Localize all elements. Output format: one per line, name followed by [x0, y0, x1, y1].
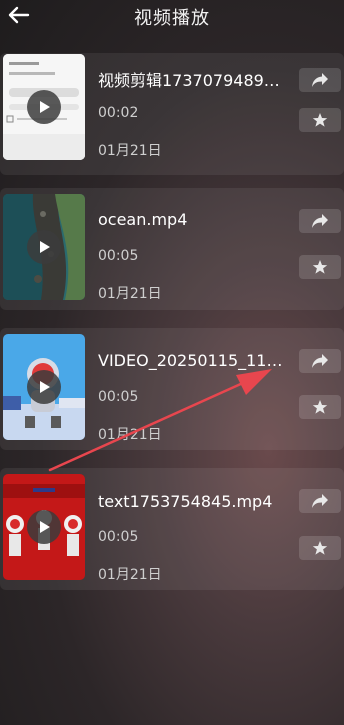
favorite-button[interactable] — [299, 108, 341, 132]
video-date: 01月21日 — [98, 567, 162, 583]
share-icon — [312, 73, 328, 87]
video-title: ocean.mp4 — [98, 210, 188, 229]
video-thumbnail[interactable] — [3, 334, 85, 440]
video-date: 01月21日 — [98, 427, 162, 443]
share-icon — [312, 214, 328, 228]
video-list-item[interactable]: ocean.mp4 00:05 01月21日 — [0, 188, 344, 310]
star-icon — [312, 113, 328, 127]
play-icon — [40, 101, 50, 113]
video-title: 视频剪辑1737079489… — [98, 71, 280, 90]
play-button[interactable] — [27, 510, 61, 544]
play-icon — [40, 521, 50, 533]
share-icon — [312, 354, 328, 368]
page-title: 视频播放 — [134, 8, 210, 29]
video-thumbnail[interactable] — [3, 474, 85, 580]
favorite-button[interactable] — [299, 395, 341, 419]
video-thumbnail[interactable] — [3, 54, 85, 160]
share-button[interactable] — [299, 489, 341, 513]
play-button[interactable] — [27, 90, 61, 124]
share-icon — [312, 494, 328, 508]
play-button[interactable] — [27, 230, 61, 264]
video-thumbnail[interactable] — [3, 194, 85, 300]
video-duration: 00:05 — [98, 389, 139, 405]
play-button[interactable] — [27, 370, 61, 404]
share-button[interactable] — [299, 68, 341, 92]
video-list-item[interactable]: text1753754845.mp4 00:05 01月21日 — [0, 468, 344, 590]
star-icon — [312, 400, 328, 414]
video-duration: 00:02 — [98, 105, 139, 121]
favorite-button[interactable] — [299, 536, 341, 560]
star-icon — [312, 541, 328, 555]
share-button[interactable] — [299, 349, 341, 373]
video-list-item[interactable]: 视频剪辑1737079489… 00:02 01月21日 — [0, 53, 344, 175]
header-bar: 视频播放 — [0, 0, 344, 34]
video-date: 01月21日 — [98, 143, 162, 159]
video-title: VIDEO_20250115_115… — [98, 351, 286, 370]
video-duration: 00:05 — [98, 529, 139, 545]
play-icon — [40, 241, 50, 253]
share-button[interactable] — [299, 209, 341, 233]
favorite-button[interactable] — [299, 255, 341, 279]
star-icon — [312, 260, 328, 274]
play-icon — [40, 381, 50, 393]
video-list-item[interactable]: VIDEO_20250115_115… 00:05 01月21日 — [0, 328, 344, 450]
video-date: 01月21日 — [98, 286, 162, 302]
video-duration: 00:05 — [98, 248, 139, 264]
video-title: text1753754845.mp4 — [98, 492, 273, 511]
